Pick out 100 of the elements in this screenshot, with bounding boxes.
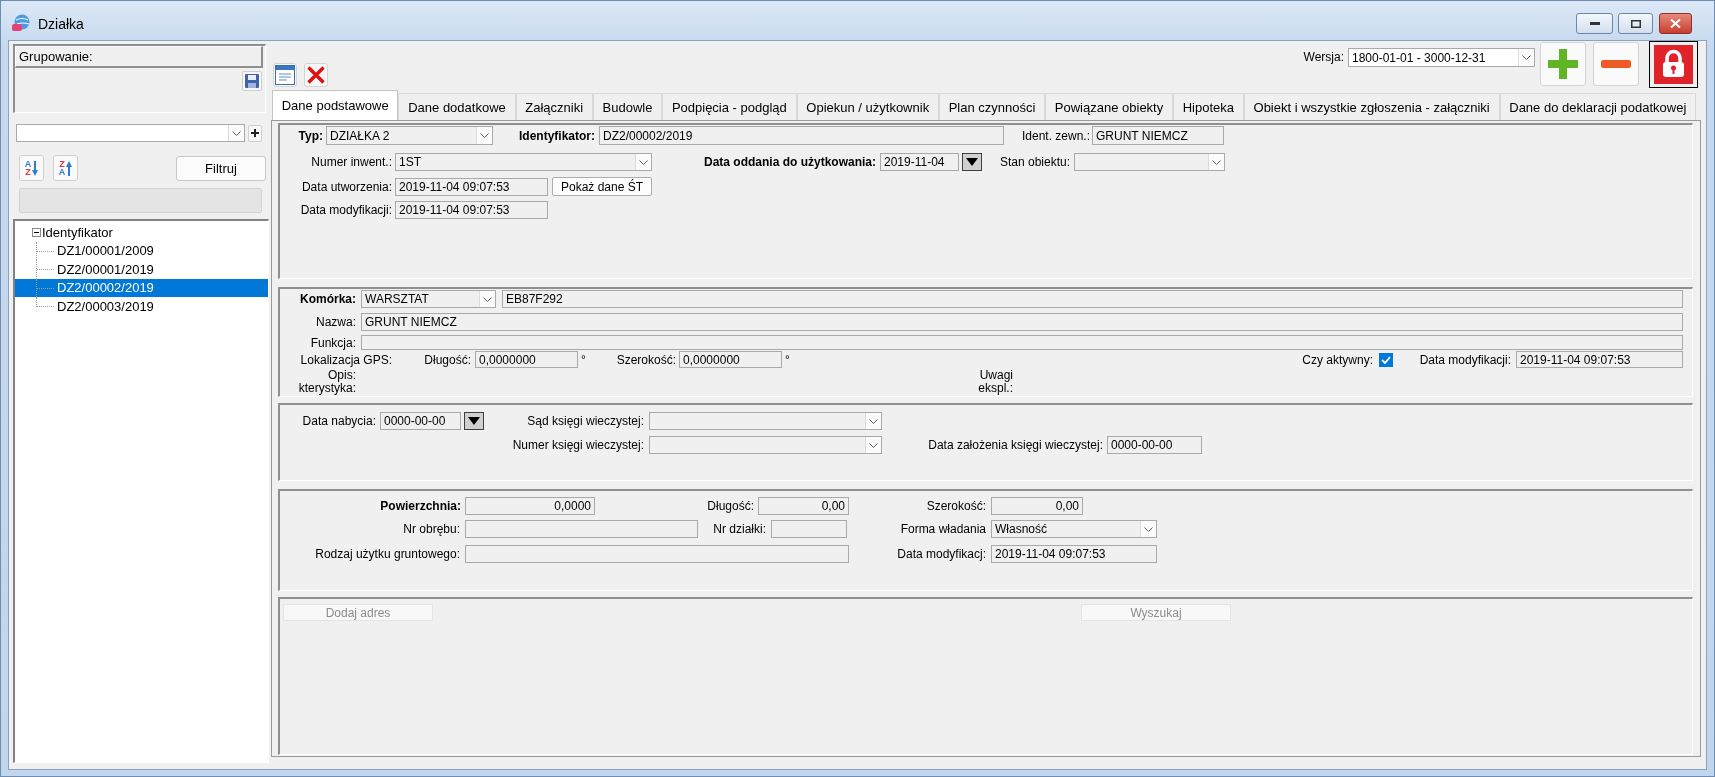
field-label: Nr obrębu: — [402, 522, 460, 536]
combo-box[interactable]: WARSZTAT — [361, 290, 496, 308]
tab[interactable]: Podpięcia - podgląd — [662, 93, 797, 120]
text-field[interactable]: 0,0000000 — [475, 351, 578, 368]
combo-box[interactable]: Własność — [991, 520, 1157, 538]
tab[interactable]: Opiekun / użytkownik — [796, 93, 939, 120]
text-field[interactable]: 2019-11-04 09:07:53 — [395, 201, 548, 219]
tab[interactable]: Hipoteka — [1173, 93, 1244, 120]
tree-item[interactable]: DZ2/00001/2019 — [15, 260, 268, 279]
field-label: Nazwa: — [315, 315, 356, 329]
text-field[interactable]: 0,00 — [758, 497, 849, 515]
field-label: Nr działki: — [712, 522, 766, 536]
date-field[interactable]: 0000-00-00 — [380, 412, 461, 430]
field-label: Uwagi ekspl.: — [977, 369, 1013, 395]
collapse-icon[interactable] — [32, 227, 41, 237]
text-field[interactable]: 0,0000000 — [679, 351, 782, 368]
field-label: Stan obiektu: — [998, 155, 1070, 169]
text-field[interactable]: 0,00 — [991, 497, 1083, 515]
combo-box[interactable]: 1800-01-01 - 3000-12-31 — [1348, 48, 1535, 67]
sort-button[interactable]: Z A — [53, 155, 78, 181]
chevron-down-icon[interactable] — [1212, 159, 1221, 165]
field-label: Długość: — [706, 499, 754, 513]
field-label: Funkcja: — [309, 335, 356, 350]
tab[interactable]: Budowle — [592, 93, 663, 120]
field-label: Identyfikator: — [518, 128, 595, 143]
tab[interactable]: Dane podstawowe — [272, 90, 399, 120]
text-field[interactable]: GRUNT NIEMCZ — [1092, 126, 1224, 145]
text-field[interactable]: GRUNT NIEMCZ — [361, 313, 1683, 331]
tab[interactable]: Powiązane obiekty — [1045, 93, 1173, 120]
close-button[interactable] — [1659, 13, 1692, 34]
field-label: Forma władania — [899, 522, 986, 536]
app-icon — [12, 14, 30, 32]
unit-label: ° — [581, 352, 587, 367]
plus-icon[interactable] — [251, 129, 259, 137]
minimize-icon[interactable] — [1589, 22, 1600, 25]
field-label: Typ: — [297, 128, 323, 143]
triangle-down-icon[interactable] — [966, 158, 978, 166]
chevron-down-icon[interactable] — [639, 159, 648, 165]
tab[interactable]: Dane dodatkowe — [398, 93, 516, 120]
text-field[interactable]: 2019-11-04 09:07:53 — [395, 177, 548, 196]
grouping-header: Grupowanie: — [15, 46, 263, 68]
show-data-button[interactable]: Pokaż dane ŚT — [552, 177, 652, 196]
date-picker-button[interactable] — [962, 153, 982, 171]
version-label: Wersja: — [1303, 49, 1344, 65]
maximize-icon[interactable] — [1630, 19, 1641, 28]
date-picker-button[interactable] — [464, 412, 484, 430]
chevron-down-icon[interactable] — [480, 133, 489, 138]
text-field[interactable]: 0000-00-00 — [1107, 436, 1202, 454]
window-title: Działka — [38, 16, 84, 33]
date-field[interactable]: 2019-11-04 — [880, 153, 959, 171]
field-label: Data oddania do użytkowania: — [702, 155, 876, 169]
filter-button[interactable]: Filtruj — [176, 155, 266, 181]
tab[interactable]: Dane do deklaracji podatkowej — [1499, 93, 1697, 120]
field-label: Komórka: — [299, 292, 356, 306]
field-label: kterystyka: — [297, 382, 356, 395]
arrow-up-icon[interactable] — [66, 160, 73, 176]
remove-button[interactable] — [1593, 42, 1639, 86]
field-label: Powierzchnia: — [379, 499, 461, 513]
field-label: Data nabycia: — [301, 414, 376, 428]
field-label: Czy aktywny: — [1301, 352, 1373, 367]
field-label: Sąd księgi wieczystej: — [526, 414, 644, 428]
chevron-down-icon[interactable] — [869, 442, 878, 448]
text-field[interactable]: 2019-11-04 09:07:53 — [1516, 351, 1683, 368]
tree-item[interactable]: DZ1/00001/2009 — [15, 241, 268, 260]
arrow-down-icon[interactable] — [32, 160, 39, 176]
field-label: Długość: — [423, 352, 471, 367]
field-label: Opis: — [327, 369, 356, 382]
text-field[interactable] — [465, 545, 849, 563]
unit-label: ° — [785, 352, 791, 367]
tree-item[interactable]: DZ2/00002/2019 — [15, 278, 268, 297]
field-label: Data modyfikacji: — [1418, 352, 1511, 367]
minimize-button[interactable] — [1576, 13, 1613, 34]
field-label: Ident. zewn.: — [1020, 128, 1090, 143]
tree-item[interactable]: DZ2/00003/2019 — [15, 297, 268, 316]
maximize-button[interactable] — [1618, 13, 1653, 34]
combo-box[interactable]: 1ST — [395, 153, 652, 171]
tree-item[interactable]: Identyfikator — [15, 223, 268, 242]
field-label: Szerokość: — [615, 352, 676, 367]
tab[interactable]: Obiekt i wszystkie zgłoszenia - załączniki — [1243, 93, 1500, 120]
field-label: Data modyfikacji: — [299, 203, 392, 217]
text-field[interactable] — [361, 335, 1683, 350]
chevron-down-icon[interactable] — [232, 130, 241, 136]
triangle-down-icon[interactable] — [468, 417, 480, 425]
text-field[interactable] — [465, 520, 698, 538]
sort-button[interactable]: A Z — [19, 155, 44, 181]
add-button[interactable] — [248, 124, 262, 142]
text-field[interactable] — [771, 520, 847, 538]
chevron-down-icon[interactable] — [869, 418, 878, 424]
close-icon[interactable] — [1670, 19, 1681, 28]
chevron-down-icon[interactable] — [483, 296, 492, 302]
combo-box[interactable]: DZIAŁKA 2 — [326, 126, 493, 145]
chevron-down-icon[interactable] — [1144, 526, 1153, 532]
chevron-down-icon[interactable] — [1522, 55, 1531, 60]
text-field[interactable]: 0,0000 — [465, 497, 595, 515]
field-label: Szerokość: — [925, 499, 986, 513]
tab[interactable]: Plan czynności — [938, 93, 1046, 120]
tab[interactable]: Załączniki — [515, 93, 593, 120]
text-field[interactable]: 2019-11-04 09:07:53 — [991, 545, 1157, 563]
text-field[interactable]: DZ2/00002/2019 — [599, 126, 1004, 145]
text-field[interactable]: EB87F292 — [502, 290, 1683, 308]
